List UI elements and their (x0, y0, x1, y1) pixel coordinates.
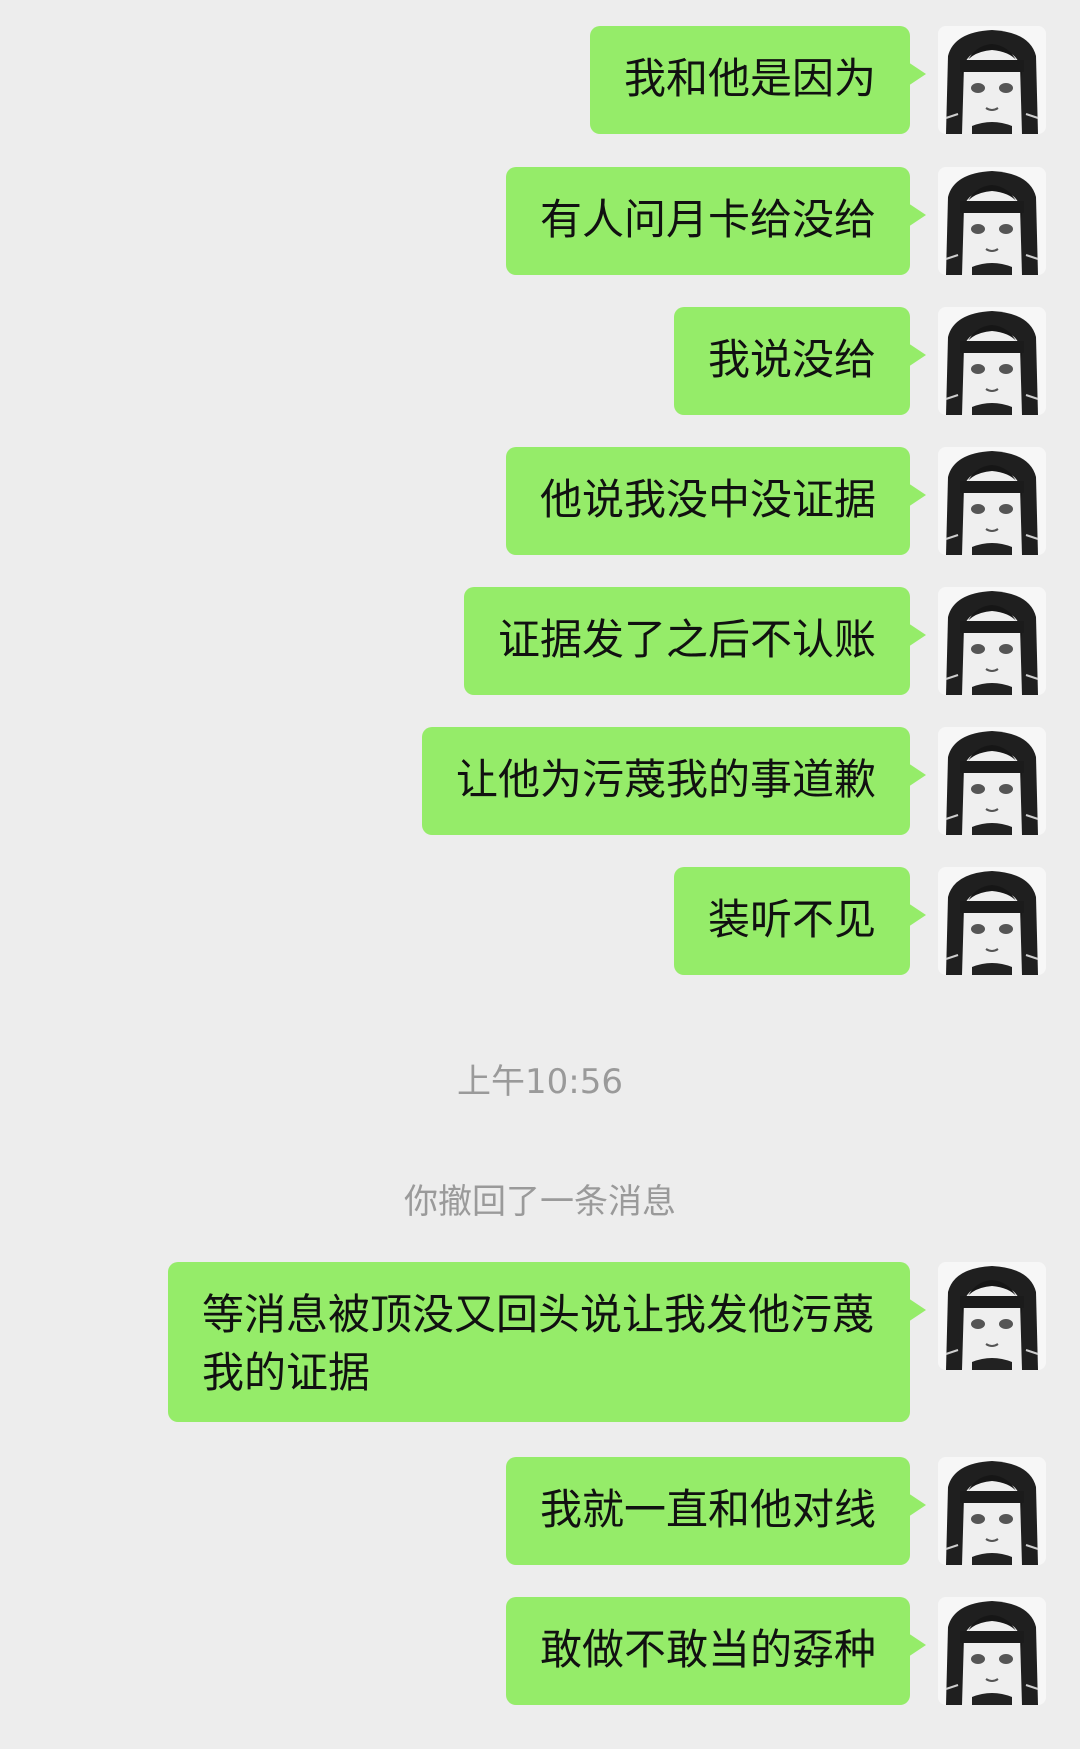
chat-row: 装听不见 (0, 867, 1080, 975)
avatar[interactable] (938, 1262, 1046, 1370)
chat-row: 他说我没中没证据 (0, 447, 1080, 555)
avatar[interactable] (938, 447, 1046, 555)
message-bubble[interactable]: 证据发了之后不认账 (463, 587, 927, 695)
anime-girl-avatar-icon (938, 1262, 1046, 1370)
anime-girl-avatar-icon (938, 26, 1046, 134)
avatar[interactable] (938, 727, 1046, 835)
message-bubble[interactable]: 让他为污蔑我的事道歉 (421, 727, 927, 835)
chat-row: 敢做不敢当的孬种 (0, 1597, 1080, 1705)
anime-girl-avatar-icon (938, 867, 1046, 975)
chat-row: 让他为污蔑我的事道歉 (0, 727, 1080, 835)
anime-girl-avatar-icon (938, 1597, 1046, 1705)
avatar[interactable] (938, 587, 1046, 695)
recall-notice: 你撤回了一条消息 (404, 1182, 676, 1222)
avatar[interactable] (938, 867, 1046, 975)
message-bubble[interactable]: 有人问月卡给没给 (505, 167, 927, 275)
avatar[interactable] (938, 307, 1046, 415)
chat-row: 我说没给 (0, 307, 1080, 415)
anime-girl-avatar-icon (938, 447, 1046, 555)
message-bubble[interactable]: 我和他是因为 (589, 26, 927, 134)
chat-row: 我就一直和他对线 (0, 1457, 1080, 1565)
anime-girl-avatar-icon (938, 307, 1046, 415)
chat-row: 我和他是因为 (0, 26, 1080, 134)
anime-girl-avatar-icon (938, 727, 1046, 835)
message-bubble[interactable]: 等消息被顶没又回头说让我发他污蔑我的证据 (168, 1262, 926, 1422)
bottom-strip (0, 1731, 1080, 1749)
avatar[interactable] (938, 1597, 1046, 1705)
message-bubble[interactable]: 我就一直和他对线 (505, 1457, 927, 1565)
message-bubble[interactable]: 装听不见 (673, 867, 927, 975)
chat-row: 证据发了之后不认账 (0, 587, 1080, 695)
message-bubble[interactable]: 我说没给 (673, 307, 927, 415)
chat-row: 等消息被顶没又回头说让我发他污蔑我的证据 (0, 1262, 1080, 1422)
anime-girl-avatar-icon (938, 167, 1046, 275)
avatar[interactable] (938, 167, 1046, 275)
message-bubble[interactable]: 敢做不敢当的孬种 (505, 1597, 927, 1705)
anime-girl-avatar-icon (938, 587, 1046, 695)
chat-row: 有人问月卡给没给 (0, 167, 1080, 275)
avatar[interactable] (938, 26, 1046, 134)
message-bubble[interactable]: 他说我没中没证据 (505, 447, 927, 555)
anime-girl-avatar-icon (938, 1457, 1046, 1565)
avatar[interactable] (938, 1457, 1046, 1565)
timestamp: 上午10:56 (457, 1062, 623, 1102)
